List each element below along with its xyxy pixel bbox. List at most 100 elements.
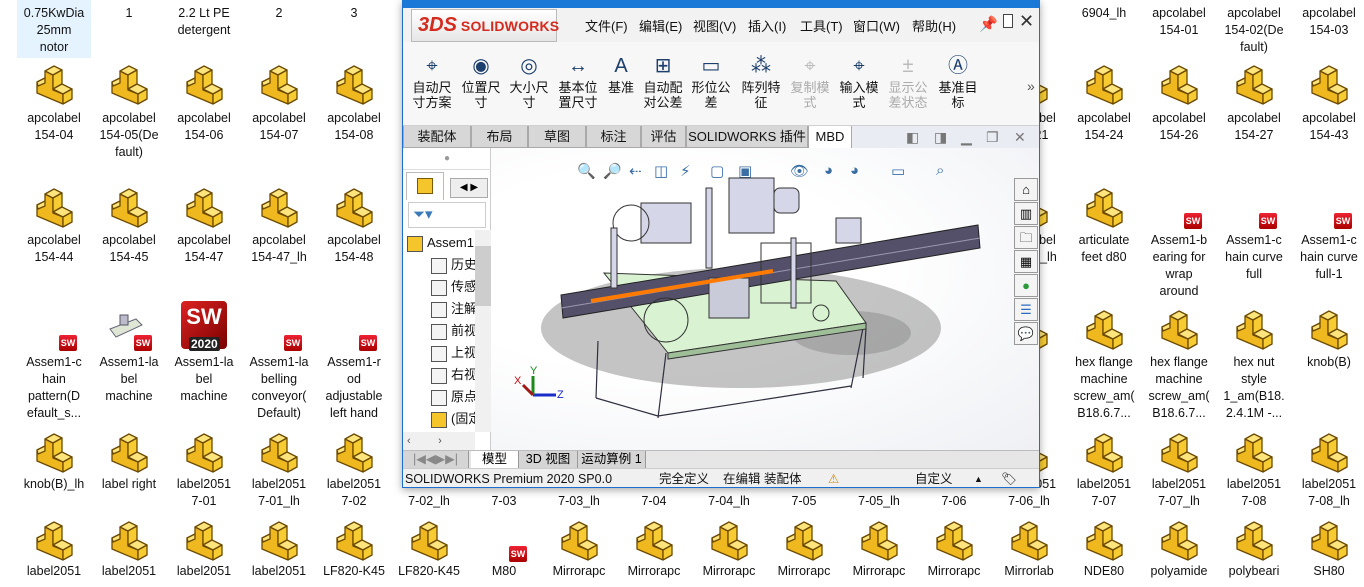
desktop-item[interactable]: apcolabel 154-43 bbox=[1292, 62, 1364, 144]
toolbar-more-button[interactable]: » bbox=[1027, 78, 1035, 94]
toolbar-button[interactable]: ⌖ 复制模 式 bbox=[785, 54, 835, 110]
desktop-item[interactable]: 0.75KwDia 25mm notor bbox=[17, 0, 91, 58]
desktop-item[interactable]: polybeari bbox=[1217, 518, 1291, 580]
desktop-item[interactable]: Mirrorapc bbox=[767, 518, 841, 580]
desktop-item[interactable]: polyamide bbox=[1142, 518, 1216, 580]
horizontal-scrollbar[interactable]: ‹ › bbox=[403, 432, 475, 450]
desktop-item[interactable]: label2051 bbox=[92, 518, 166, 580]
desktop-item[interactable]: NDE80 bbox=[1067, 518, 1141, 580]
assembly-model-view[interactable]: Z Y X bbox=[491, 148, 1039, 450]
desktop-item[interactable]: SW Assem1-c hain curve full-1 bbox=[1292, 185, 1364, 283]
desktop-item[interactable]: SW 2020 Assem1-la bel machine bbox=[167, 301, 241, 405]
units-dropdown-icon[interactable]: ▲ bbox=[974, 469, 983, 487]
desktop-item[interactable]: label right bbox=[92, 430, 166, 493]
desktop-item[interactable]: apcolabel 154-24 bbox=[1067, 62, 1141, 144]
desktop-item[interactable]: apcolabel 154-01 bbox=[1142, 0, 1216, 39]
desktop-item[interactable]: Mirrorapc bbox=[542, 518, 616, 580]
desktop-item[interactable]: apcolabel 154-47 bbox=[167, 185, 241, 266]
tab-model[interactable]: 模型 bbox=[471, 451, 519, 468]
home-icon[interactable]: ⌂ bbox=[1014, 178, 1038, 201]
desktop-item[interactable]: SW Assem1-c hain curve full bbox=[1217, 185, 1291, 283]
desktop-item[interactable]: Mirrorlab bbox=[992, 518, 1066, 580]
desktop-item[interactable]: apcolabel 154-26 bbox=[1142, 62, 1216, 144]
desktop-item[interactable]: label2051 7-01 bbox=[167, 430, 241, 510]
desktop-item[interactable]: SW Assem1-r od adjustable left hand bbox=[317, 307, 391, 422]
featuremanager-tab[interactable] bbox=[406, 172, 444, 200]
toolbar-button[interactable]: ◎ 大小尺 寸 bbox=[504, 54, 554, 110]
solidworks-logo[interactable]: 3DS SOLIDWORKS bbox=[411, 9, 559, 42]
desktop-item[interactable]: LF820-K45 bbox=[392, 518, 466, 580]
custom-properties-icon[interactable]: ☰ bbox=[1014, 298, 1038, 321]
menu-tools[interactable]: 工具(T) bbox=[800, 16, 843, 35]
desktop-item[interactable]: apcolabel 154-04 bbox=[17, 62, 91, 144]
toolbar-button[interactable]: ▭ 形位公 差 bbox=[686, 54, 736, 110]
tree-scrollbar[interactable] bbox=[475, 230, 491, 432]
toolbar-button[interactable]: ⌖ 输入模 式 bbox=[834, 54, 884, 110]
design-library-icon[interactable]: ▥ bbox=[1014, 202, 1038, 225]
desktop-item[interactable]: Mirrorapc bbox=[917, 518, 991, 580]
toolbar-button[interactable]: ⁂ 阵列特 征 bbox=[736, 54, 786, 110]
file-explorer-icon[interactable]: 🗀 bbox=[1014, 226, 1038, 249]
menu-file[interactable]: 文件(F) bbox=[585, 16, 628, 35]
pin-icon[interactable]: 📌 bbox=[979, 15, 998, 33]
tab-evaluate[interactable]: 评估 bbox=[641, 126, 686, 148]
desktop-item[interactable]: hex flange machine screw_am( B18.6.7... bbox=[1067, 307, 1141, 422]
restore-icon[interactable] bbox=[1003, 14, 1013, 28]
desktop-item[interactable]: hex flange machine screw_am( B18.6.7... bbox=[1142, 307, 1216, 422]
toolbar-button[interactable]: Ⓐ 基准目 标 bbox=[933, 54, 983, 110]
close-icon[interactable]: ✕ bbox=[1019, 11, 1034, 32]
toolbar-button[interactable]: ◉ 位置尺 寸 bbox=[456, 54, 506, 110]
tag-icon[interactable]: 🏷 bbox=[1001, 469, 1017, 487]
next-doc-icon[interactable]: ◨ bbox=[934, 129, 947, 146]
desktop-item[interactable]: label2051 7-02 bbox=[317, 430, 391, 510]
desktop-item[interactable]: SH80 bbox=[1292, 518, 1364, 580]
desktop-item[interactable]: Mirrorapc bbox=[692, 518, 766, 580]
prev-doc-icon[interactable]: ◧ bbox=[906, 129, 919, 146]
filter-icon[interactable]: ⏷▾ bbox=[408, 202, 486, 228]
rebuild-icon[interactable]: ⚠ bbox=[828, 469, 839, 487]
desktop-item[interactable]: label2051 7-07 bbox=[1067, 430, 1141, 510]
tree-item[interactable]: Assem1 bbox=[407, 232, 477, 254]
desktop-item[interactable]: apcolabel 154-03 bbox=[1292, 0, 1364, 39]
desktop-item[interactable]: label2051 7-08 bbox=[1217, 430, 1291, 510]
desktop-item[interactable]: apcolabel 154-05(De fault) bbox=[92, 62, 166, 161]
toolbar-button[interactable]: ⌖ 自动尺 寸方案 bbox=[407, 54, 457, 110]
menu-insert[interactable]: 插入(I) bbox=[748, 16, 786, 35]
desktop-item[interactable]: Mirrorapc bbox=[842, 518, 916, 580]
desktop-item[interactable]: apcolabel 154-45 bbox=[92, 185, 166, 266]
tab-sketch[interactable]: 草图 bbox=[528, 126, 586, 148]
desktop-item[interactable]: label2051 7-08_lh bbox=[1292, 430, 1364, 510]
appearances-icon[interactable]: ● bbox=[1014, 274, 1038, 297]
desktop-item[interactable]: apcolabel 154-48 bbox=[317, 185, 391, 266]
desktop-item[interactable]: hex nut style 1_am(B18. 2.4.1M -... bbox=[1217, 307, 1291, 422]
tab-nav-buttons[interactable]: |◀◀▶▶| bbox=[403, 451, 469, 468]
desktop-item[interactable]: knob(B) bbox=[1292, 307, 1364, 371]
desktop-item[interactable]: apcolabel 154-27 bbox=[1217, 62, 1291, 144]
desktop-item[interactable]: SW Assem1-c hain pattern(D efault_s... bbox=[17, 307, 91, 422]
desktop-item[interactable]: apcolabel 154-47_lh bbox=[242, 185, 316, 266]
desktop-item[interactable]: 2.2 Lt PE detergent bbox=[167, 0, 241, 39]
panel-splitter[interactable]: ● bbox=[403, 148, 491, 170]
desktop-item[interactable]: articulate feet d80 bbox=[1067, 185, 1141, 266]
desktop-item[interactable]: SW M80 bbox=[467, 518, 541, 580]
desktop-item[interactable]: 6904_lh bbox=[1067, 0, 1141, 22]
menu-view[interactable]: 视图(V) bbox=[693, 16, 736, 35]
desktop-item[interactable]: apcolabel 154-07 bbox=[242, 62, 316, 144]
desktop-item[interactable]: SW Assem1-la belling conveyor( Default) bbox=[242, 307, 316, 422]
desktop-item[interactable]: label2051 7-01_lh bbox=[242, 430, 316, 510]
desktop-item[interactable]: SW Assem1-b earing for wrap around bbox=[1142, 185, 1216, 300]
units-selector[interactable]: 自定义 bbox=[915, 469, 953, 487]
desktop-item[interactable]: apcolabel 154-06 bbox=[167, 62, 241, 144]
forum-icon[interactable]: 💬 bbox=[1014, 322, 1038, 345]
menu-window[interactable]: 窗口(W) bbox=[853, 16, 900, 35]
desktop-item[interactable]: label2051 7-07_lh bbox=[1142, 430, 1216, 510]
minimize-icon[interactable]: ▁ bbox=[961, 129, 972, 146]
desktop-item[interactable]: label2051 bbox=[167, 518, 241, 580]
tab-layout[interactable]: 布局 bbox=[471, 126, 528, 148]
desktop-item[interactable]: label2051 bbox=[242, 518, 316, 580]
tab-assembly[interactable]: 装配体 bbox=[403, 126, 471, 148]
desktop-item[interactable]: apcolabel 154-02(De fault) bbox=[1217, 0, 1291, 56]
tab-motion-study[interactable]: 运动算例 1 bbox=[578, 451, 646, 468]
tab-addins[interactable]: SOLIDWORKS 插件 bbox=[686, 126, 808, 148]
tab-3d-view[interactable]: 3D 视图 bbox=[519, 451, 578, 468]
